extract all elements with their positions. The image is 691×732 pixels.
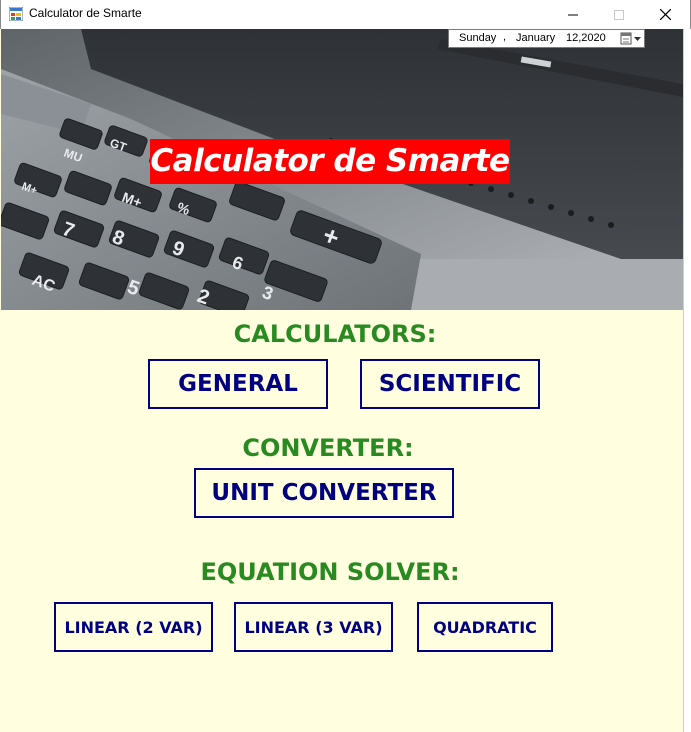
general-calculator-button[interactable]: GENERAL bbox=[148, 359, 328, 409]
close-button[interactable] bbox=[642, 0, 688, 29]
minimize-button[interactable] bbox=[550, 0, 596, 29]
calculators-heading: CALCULATORS: bbox=[233, 320, 437, 348]
quadratic-button[interactable]: QUADRATIC bbox=[417, 602, 553, 652]
equation-solver-heading: EQUATION SOLVER: bbox=[200, 558, 460, 586]
window-title-bar[interactable]: Calculator de Smarte bbox=[0, 0, 691, 29]
linear-2-var-button[interactable]: LINEAR (2 VAR) bbox=[54, 602, 213, 652]
window-right-edge bbox=[683, 29, 691, 732]
linear-3-var-button[interactable]: LINEAR (3 VAR) bbox=[234, 602, 393, 652]
converter-heading: CONVERTER: bbox=[242, 434, 414, 462]
scientific-calculator-button[interactable]: SCIENTIFIC bbox=[360, 359, 540, 409]
maximize-icon bbox=[614, 9, 624, 20]
banner-title: Calculator de Smarte bbox=[150, 139, 510, 184]
date-picker[interactable]: Sunday , January 12,2020 bbox=[448, 29, 645, 48]
date-picker-separator: , bbox=[503, 31, 507, 43]
window-title: Calculator de Smarte bbox=[29, 6, 142, 20]
close-icon bbox=[659, 9, 671, 20]
unit-converter-button[interactable]: UNIT CONVERTER bbox=[194, 468, 454, 518]
date-picker-date-year[interactable]: 12,2020 bbox=[566, 32, 606, 44]
calendar-dropdown-icon[interactable] bbox=[619, 31, 643, 46]
minimize-icon bbox=[568, 14, 578, 15]
date-picker-month[interactable]: January bbox=[516, 32, 555, 44]
date-picker-day[interactable]: Sunday bbox=[459, 32, 496, 44]
maximize-button[interactable] bbox=[596, 0, 642, 29]
app-icon bbox=[9, 7, 23, 21]
